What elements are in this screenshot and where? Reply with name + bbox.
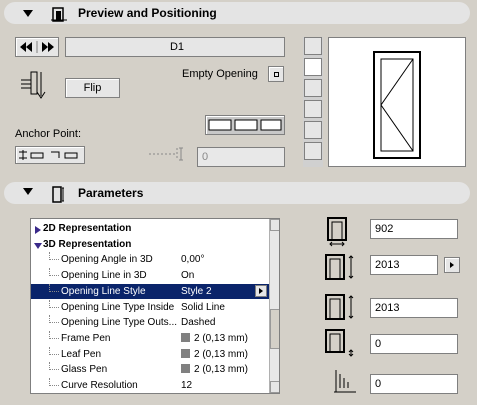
preview-window [328,37,466,167]
sill-offset-icon [330,368,358,396]
door-settings-icon [50,6,68,22]
empty-opening-checkbox[interactable] [268,66,284,82]
sill-depth-field[interactable]: 0 [370,334,458,354]
tree-connector [49,299,59,308]
mirror-icon [17,68,51,102]
value-menu-button[interactable] [255,284,267,297]
nominal-height-field[interactable]: 2013 [370,298,458,318]
anchor-group-left[interactable] [15,146,85,164]
tree-row-value: 2 (0,13 mm) [181,331,248,346]
tree-row-value: 0,00° [181,254,205,266]
tree-scrollbar[interactable] [269,219,279,393]
offset-icon [147,145,187,163]
collapsed-triangle-icon[interactable] [34,224,42,239]
preview-title: Preview and Positioning [78,6,217,20]
tree-row[interactable]: Glass Pen 2 (0,13 mm) [31,362,269,377]
view-list-icon[interactable] [304,142,322,160]
nav-arrows-icon [20,41,54,53]
view-3d-icon[interactable] [304,100,322,118]
tree-row-value: Solid Line [181,301,225,313]
tree-connector [49,346,59,355]
parameters-icon [50,184,66,204]
tree-connector [49,252,59,261]
sill-depth-icon [322,328,358,358]
tree-row[interactable]: Opening Line Type Outs... Dashed [31,315,269,330]
height-field[interactable]: 2013 [370,255,438,275]
width-icon [322,217,354,247]
tree-row-label: Leaf Pen [61,348,102,360]
pen-color-swatch [181,364,190,374]
tree-connector [49,378,59,386]
pen-color-swatch [181,348,190,358]
parameter-tree[interactable]: Curve Resolution 12 Glass Pen 2 (0,13 mm) Le… [30,218,280,394]
tree-row[interactable]: Opening Line in 3D On [31,268,269,283]
parameters-section-header[interactable] [4,182,470,204]
door-name-field[interactable]: D1 [65,37,285,57]
tree-connector [49,315,59,324]
tree-row-label: Opening Line Type Inside [61,301,175,313]
tree-row-value: On [181,270,195,282]
nominal-height-icon [322,292,358,322]
anchor-group-right[interactable] [205,115,285,135]
tree-row-value: 2 (0,13 mm) [181,347,248,362]
tree-row[interactable]: Curve Resolution 12 [31,378,269,393]
anchor-label: Anchor Point: [15,128,82,140]
height-icon [322,252,358,282]
tree-row-label: 3D Representation [43,238,132,250]
tree-row[interactable]: Opening Line Type Inside Solid Line [31,299,269,315]
width-field[interactable]: 902 [370,219,458,239]
tree-connector [49,283,59,292]
tree-row-value: Dashed [181,317,216,329]
height-menu-button[interactable] [444,257,460,273]
tree-row-label: Opening Angle in 3D [61,254,153,266]
tree-group[interactable]: 3D Representation [31,237,269,252]
preview-section-header[interactable] [4,2,470,24]
view-toolbar [303,37,323,167]
tree-row-label: 2D Representation [43,223,132,234]
view-side-icon[interactable] [304,79,322,97]
tree-row-label: Frame Pen [61,332,111,344]
tree-row-label: Opening Line Style [61,285,146,297]
flip-button[interactable]: Flip [65,78,120,98]
view-plan-icon[interactable] [304,37,322,55]
tree-row-value: 12 [181,380,193,391]
collapse-triangle-icon[interactable] [23,10,33,17]
view-section-icon[interactable] [304,121,322,139]
pen-color-swatch [181,332,190,342]
tree-connector [49,268,59,277]
tree-connector [49,330,59,339]
tree-row-value: 2 (0,13 mm) [181,362,248,377]
offset-field[interactable]: 0 [197,147,285,167]
tree-row-label: Opening Line Type Outs... [61,317,178,329]
tree-group[interactable]: 2D Representation [31,221,269,236]
prev-next-buttons[interactable] [15,37,59,57]
tree-row[interactable]: Opening Angle in 3D 0,00° [31,252,269,267]
tree-row-value: Style 2 [181,285,212,297]
tree-row[interactable]: Opening Line Style Style 2 [31,283,269,299]
parameters-title: Parameters [78,186,144,200]
tree-row-label: Opening Line in 3D [61,270,147,282]
tree-connector [49,362,59,371]
parameters-collapse-icon[interactable] [23,188,33,195]
empty-opening-label: Empty Opening [182,68,258,80]
tree-row-label: Curve Resolution [61,380,138,391]
expanded-triangle-icon[interactable] [34,240,42,255]
tree-row[interactable]: Leaf Pen 2 (0,13 mm) [31,346,269,362]
tree-row[interactable]: Frame Pen 2 (0,13 mm) [31,330,269,346]
tree-row-label: Glass Pen [61,364,108,376]
view-front-icon[interactable] [304,58,322,76]
sill-offset-field[interactable]: 0 [370,374,458,394]
